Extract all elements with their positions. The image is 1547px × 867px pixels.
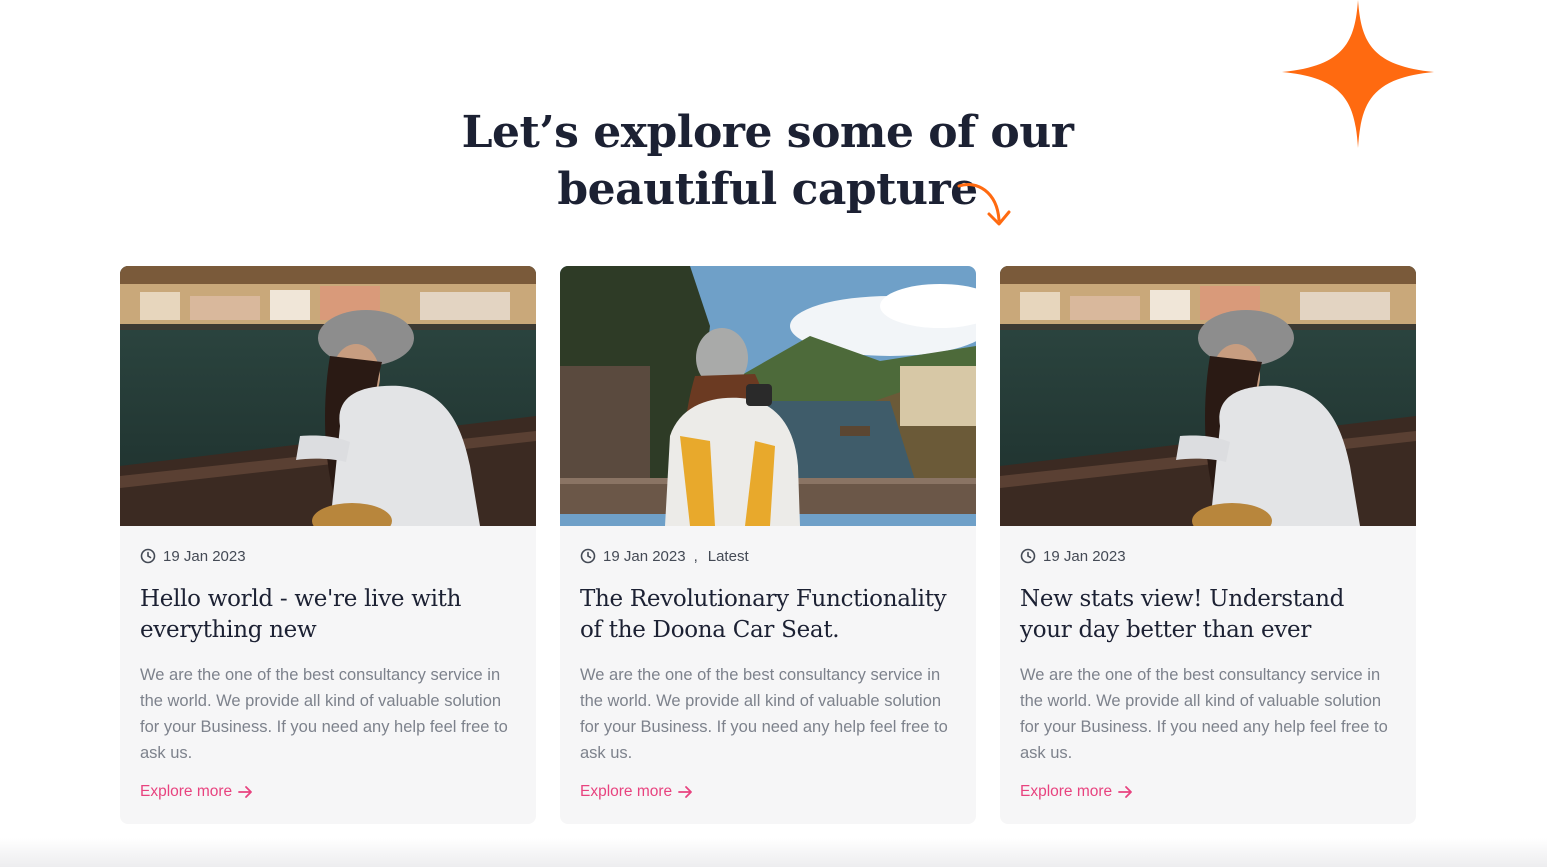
post-category[interactable]: Latest: [708, 548, 749, 565]
post-title[interactable]: New stats view! Understand your day bett…: [1020, 584, 1396, 646]
card-body: 19 Jan 2023 , Latest The Revolutionary F…: [560, 526, 976, 801]
section-bottom-shadow: [0, 838, 1547, 867]
clock-icon: [580, 548, 596, 564]
curved-arrow-down-icon: [957, 183, 1011, 226]
arrow-right-icon: [1118, 786, 1133, 798]
post-title[interactable]: Hello world - we're live with everything…: [140, 584, 516, 646]
explore-more-label: Explore more: [580, 783, 673, 800]
meta-separator: ,: [693, 547, 698, 565]
post-date: 19 Jan 2023: [603, 547, 686, 565]
blog-card[interactable]: 19 Jan 2023 New stats view! Understand y…: [1000, 266, 1416, 824]
post-excerpt: We are the one of the best consultancy s…: [140, 666, 508, 762]
heading-line-2: beautiful capture: [557, 164, 978, 215]
blog-card[interactable]: 19 Jan 2023 , Latest The Revolutionary F…: [560, 266, 976, 824]
arrow-right-icon: [238, 786, 253, 798]
post-excerpt: We are the one of the best consultancy s…: [1020, 666, 1388, 762]
woman-in-beret-by-lake-photo[interactable]: [1000, 266, 1416, 526]
post-meta: 19 Jan 2023 , Latest: [580, 546, 956, 566]
card-body: 19 Jan 2023 Hello world - we're live wit…: [120, 526, 536, 801]
section-heading: Let’s explore some of our beautiful capt…: [0, 104, 1535, 218]
clock-icon: [1020, 548, 1036, 564]
explore-more-label: Explore more: [140, 783, 233, 800]
woman-in-beret-by-lake-photo[interactable]: [120, 266, 536, 526]
post-meta: 19 Jan 2023: [1020, 546, 1396, 566]
blog-card[interactable]: 19 Jan 2023 Hello world - we're live wit…: [120, 266, 536, 824]
card-body: 19 Jan 2023 New stats view! Understand y…: [1000, 526, 1416, 801]
post-date: 19 Jan 2023: [163, 547, 246, 565]
woman-photographing-river-photo[interactable]: [560, 266, 976, 526]
blog-card-list: 19 Jan 2023 Hello world - we're live wit…: [120, 266, 1416, 824]
clock-icon: [140, 548, 156, 564]
post-meta: 19 Jan 2023: [140, 546, 516, 566]
post-date: 19 Jan 2023: [1043, 547, 1126, 565]
explore-more-label: Explore more: [1020, 783, 1113, 800]
blog-section: Let’s explore some of our beautiful capt…: [0, 0, 1547, 867]
explore-more-link[interactable]: Explore more: [580, 783, 693, 801]
heading-line-1: Let’s explore some of our: [461, 107, 1074, 158]
explore-more-link[interactable]: Explore more: [1020, 783, 1133, 801]
post-excerpt: We are the one of the best consultancy s…: [580, 666, 948, 762]
post-title[interactable]: The Revolutionary Functionality of the D…: [580, 584, 956, 646]
arrow-right-icon: [678, 786, 693, 798]
explore-more-link[interactable]: Explore more: [140, 783, 253, 801]
